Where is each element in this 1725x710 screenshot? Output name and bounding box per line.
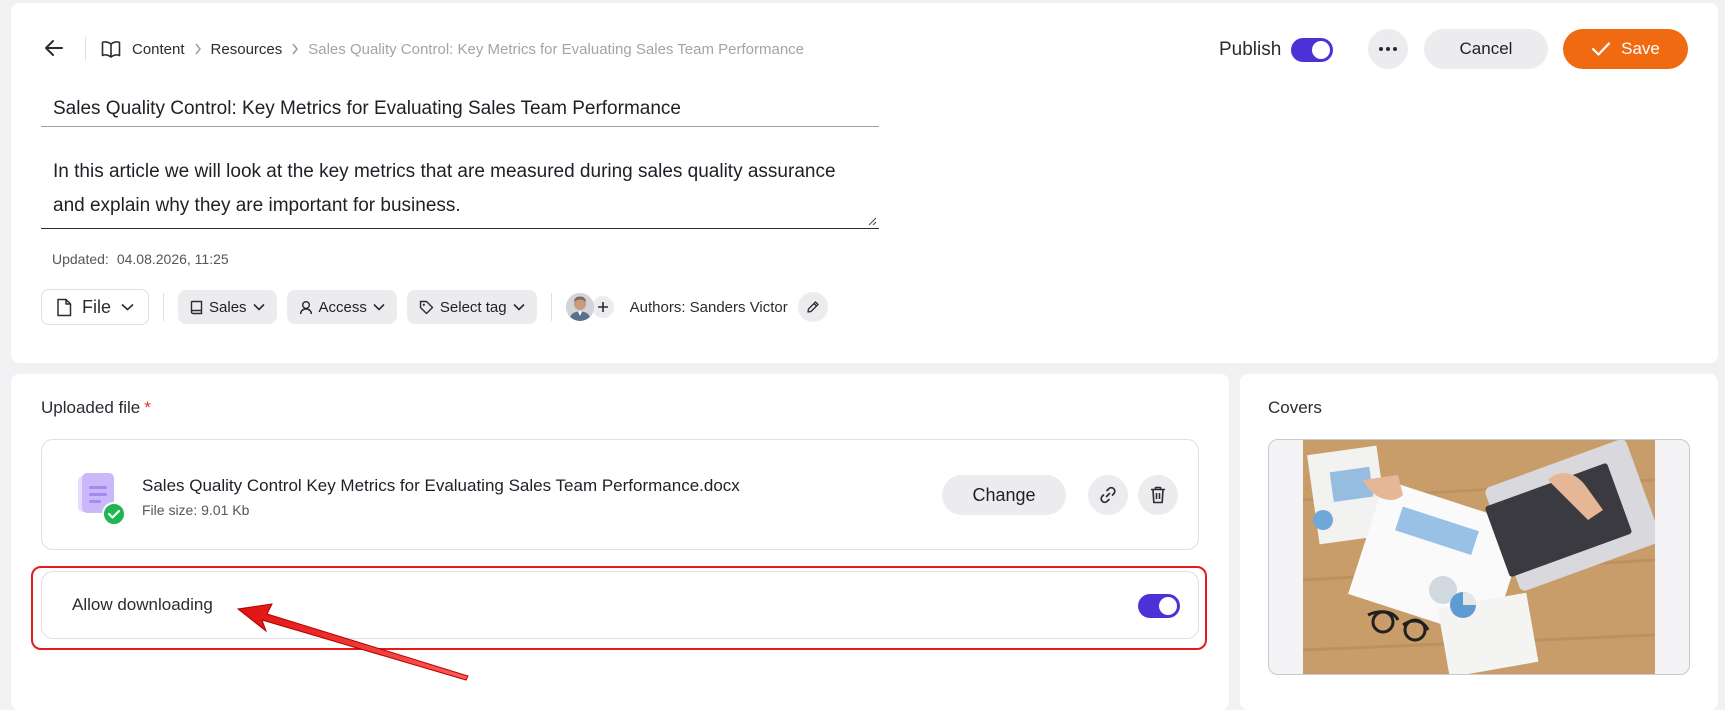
title-input[interactable]: [41, 91, 879, 127]
authors-label: Authors: Sanders Victor: [629, 298, 788, 316]
arrow-left-icon: [45, 40, 63, 56]
change-file-button[interactable]: Change: [942, 475, 1066, 515]
publish-control: Publish: [1219, 35, 1334, 65]
tag-label: Select tag: [439, 298, 507, 316]
allow-downloading-label: Allow downloading: [72, 595, 213, 614]
covers-title: Covers: [1268, 398, 1322, 417]
publish-toggle[interactable]: [1291, 38, 1334, 62]
access-label: Access: [318, 298, 367, 316]
covers-card: Covers: [1240, 374, 1718, 710]
plus-icon: [597, 302, 608, 312]
allow-downloading-toggle[interactable]: [1138, 594, 1180, 618]
required-mark: *: [144, 398, 151, 417]
article-editor-card: Content Resources Sales Quality Control:…: [11, 3, 1718, 363]
description-textarea[interactable]: In this article we will look at the key …: [41, 155, 879, 229]
allow-downloading-row: Allow downloading: [41, 571, 1199, 639]
updated-value: 04.08.2026, 11:25: [116, 251, 229, 267]
uploaded-file-label: Uploaded file: [41, 398, 141, 417]
file-name: Sales Quality Control Key Metrics for Ev…: [142, 476, 740, 495]
uploaded-file-title: Uploaded file *: [41, 398, 151, 418]
breadcrumb-item-resources[interactable]: Resources: [211, 41, 283, 58]
type-dropdown[interactable]: File: [41, 289, 150, 325]
pencil-icon: [807, 301, 819, 313]
file-icon: [57, 298, 72, 316]
more-options-button[interactable]: [1368, 29, 1408, 69]
cover-image: [1303, 440, 1655, 674]
cancel-button[interactable]: Cancel: [1424, 29, 1548, 69]
document-icon: [78, 473, 126, 526]
updated-info: Updated: 04.08.2026, 11:25: [52, 251, 229, 267]
cover-image-frame[interactable]: [1268, 439, 1690, 675]
check-icon: [1592, 42, 1611, 56]
trash-icon: [1151, 486, 1165, 504]
tag-dropdown[interactable]: Select tag: [406, 290, 537, 324]
access-dropdown[interactable]: Access: [286, 290, 397, 324]
back-button[interactable]: [39, 33, 69, 63]
meta-divider: [550, 293, 552, 321]
chevron-down-icon: [121, 303, 134, 311]
meta-divider: [163, 293, 165, 321]
link-icon: [1100, 486, 1116, 504]
header-row: Content Resources Sales Quality Control:…: [11, 3, 1718, 95]
more-horizontal-icon: [1379, 47, 1397, 51]
edit-authors-button[interactable]: [797, 292, 828, 322]
updated-label: Updated:: [52, 251, 109, 267]
copy-link-button[interactable]: [1088, 475, 1128, 515]
breadcrumb-current: Sales Quality Control: Key Metrics for E…: [308, 40, 805, 58]
breadcrumb-item-content[interactable]: Content: [132, 41, 185, 58]
toggle-knob: [1312, 41, 1331, 59]
tag-icon: [419, 300, 434, 314]
header-divider: [85, 37, 86, 61]
meta-row: File Sales Access Select tag Authors: Sa…: [41, 289, 941, 325]
publish-label: Publish: [1219, 39, 1282, 60]
category-label: Sales: [209, 298, 247, 316]
toggle-knob: [1159, 597, 1177, 615]
avatar[interactable]: [565, 293, 594, 321]
delete-file-button[interactable]: [1138, 475, 1178, 515]
breadcrumb: Content Resources Sales Quality Control:…: [101, 37, 804, 61]
chevron-down-icon: [252, 303, 265, 311]
avatar-portrait: [565, 293, 594, 321]
save-button[interactable]: Save: [1563, 29, 1688, 69]
resize-grip-icon[interactable]: [867, 216, 877, 226]
description-text: In this article we will look at the key …: [53, 161, 836, 216]
chevron-down-icon: [373, 303, 385, 311]
category-dropdown[interactable]: Sales: [178, 290, 277, 324]
uploaded-file-card: Uploaded file * Sales Quality Control Key…: [11, 374, 1229, 710]
file-item: Sales Quality Control Key Metrics for Ev…: [41, 439, 1199, 550]
book-icon: [190, 300, 203, 314]
file-size: File size: 9.01 Kb: [142, 502, 250, 518]
save-label: Save: [1621, 39, 1660, 58]
chevron-down-icon: [513, 303, 525, 311]
type-label: File: [82, 296, 112, 317]
book-icon: [101, 40, 121, 58]
chevron-right-icon: [291, 43, 299, 55]
chevron-right-icon: [194, 43, 202, 55]
user-icon: [299, 300, 312, 314]
